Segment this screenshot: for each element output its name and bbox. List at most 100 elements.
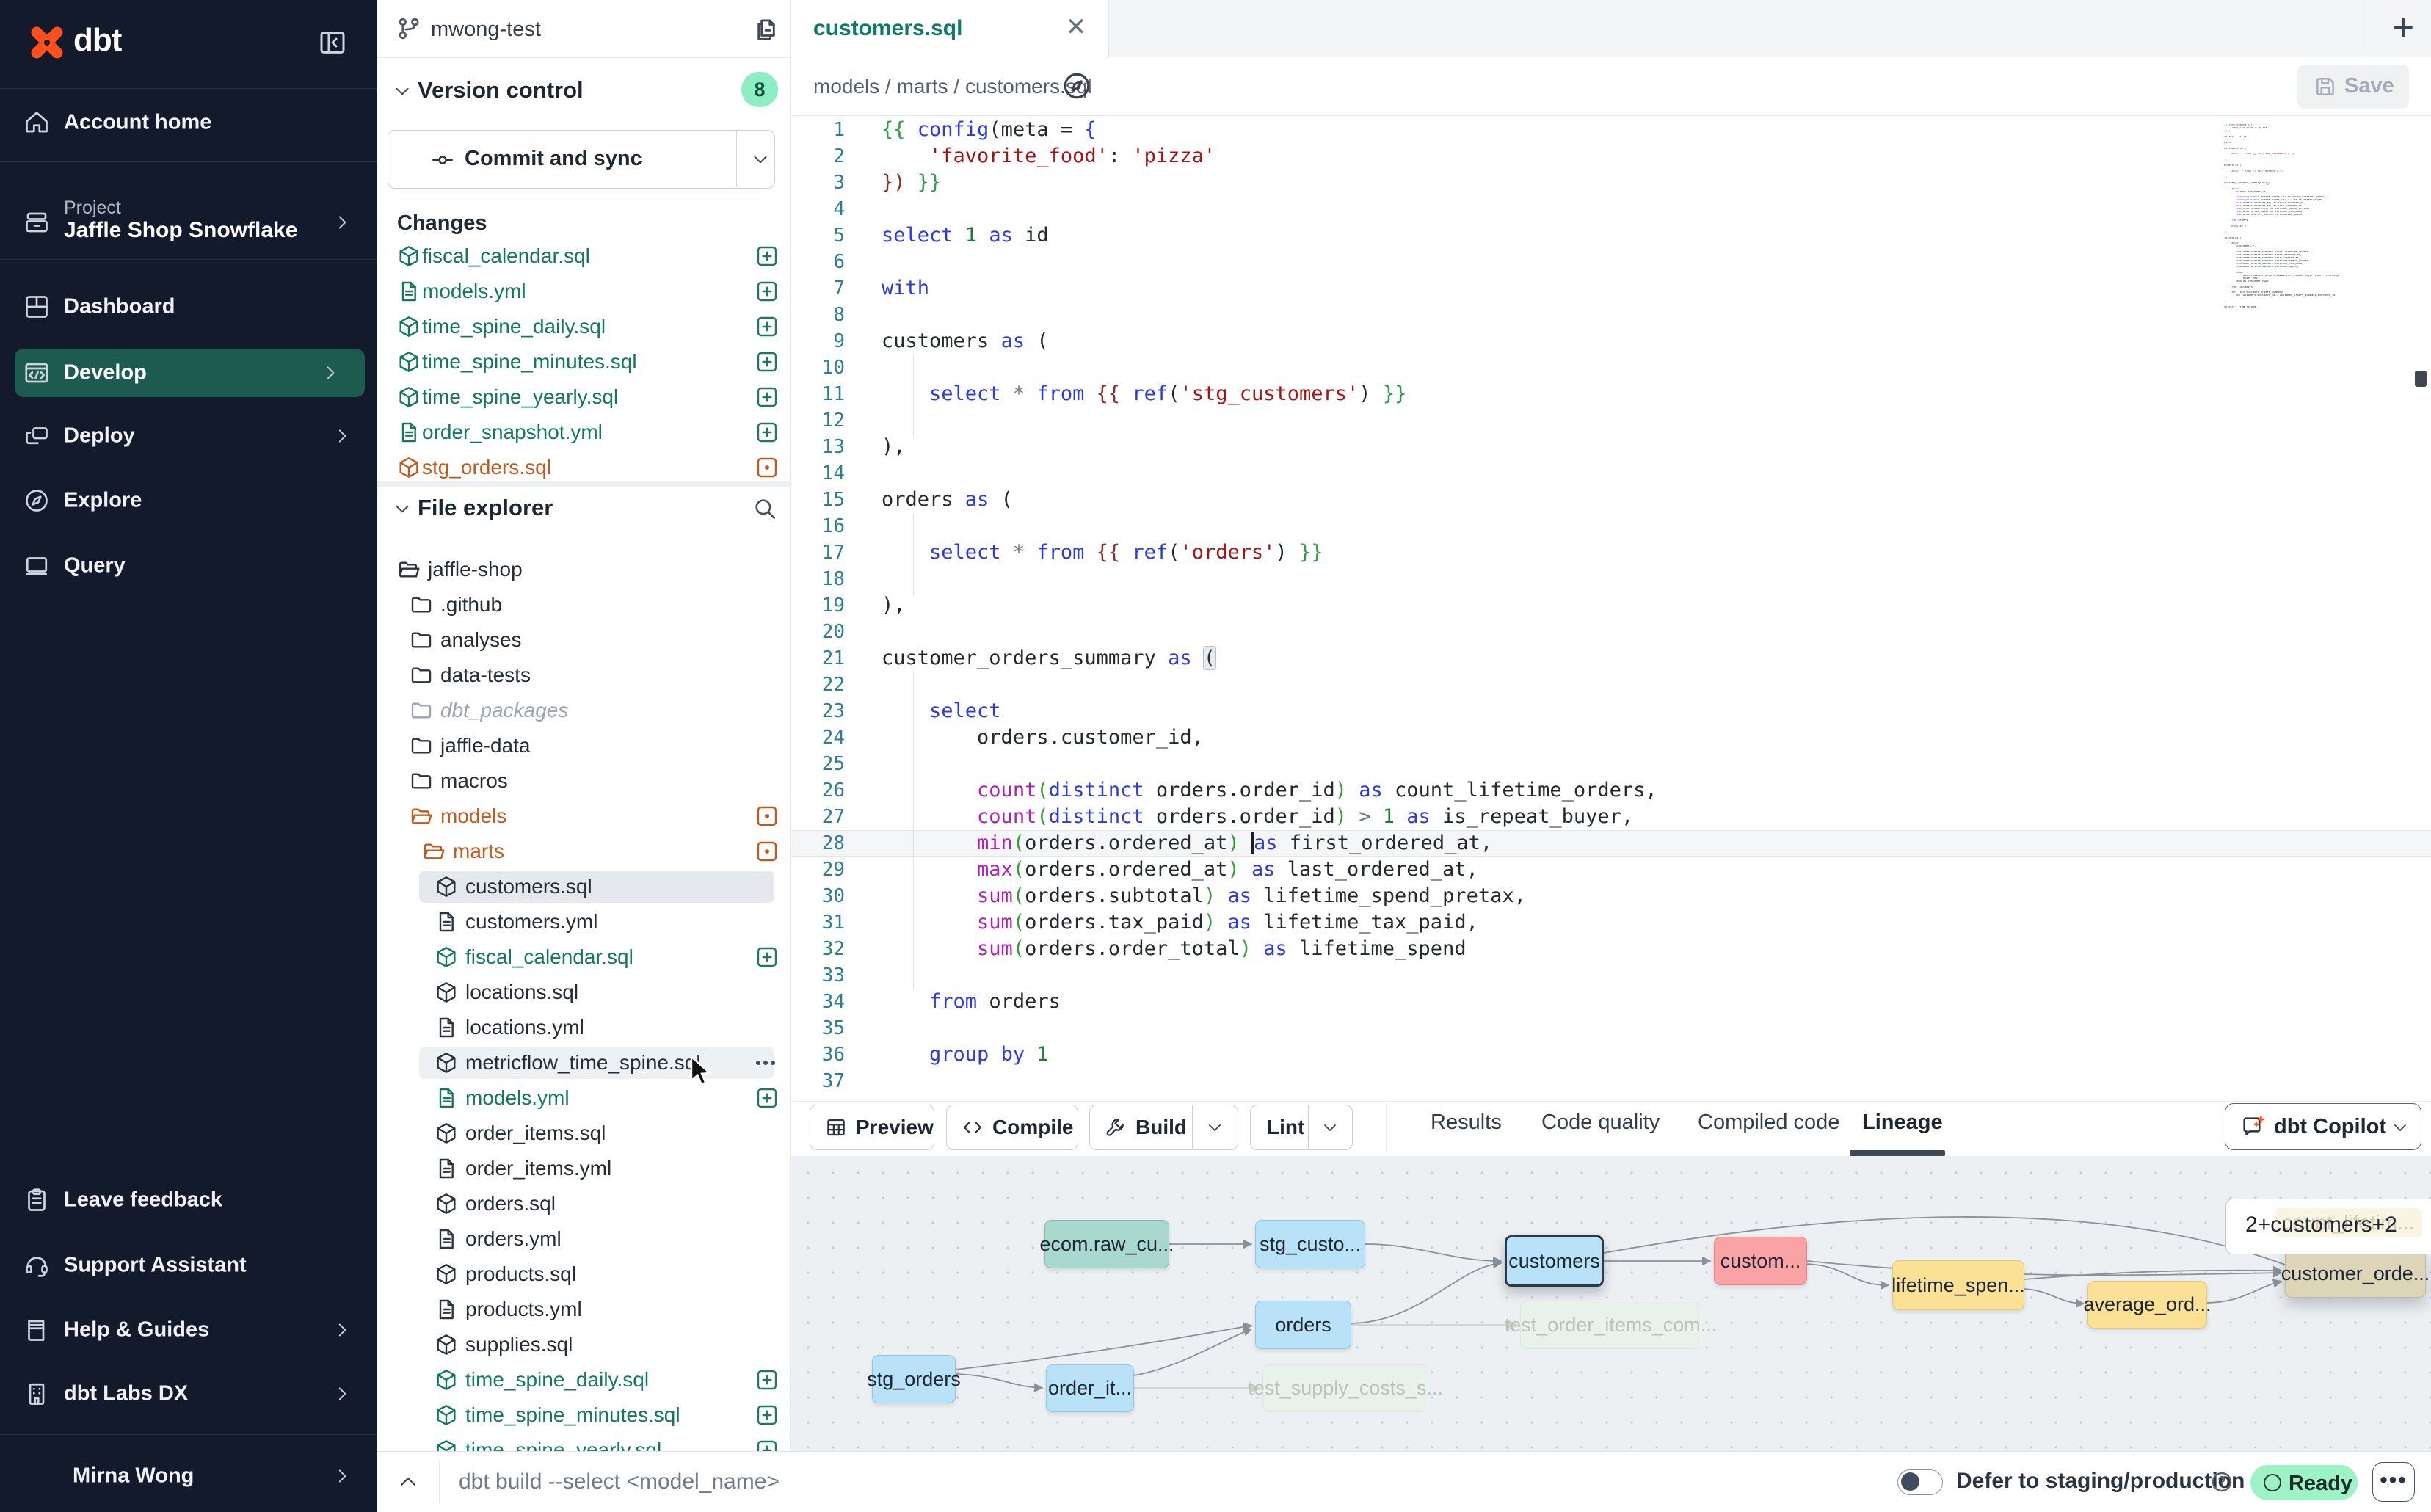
- add-file-icon[interactable]: [755, 315, 779, 338]
- tree-item-fiscal-calendar-sql[interactable]: fiscal_calendar.sql: [377, 939, 791, 975]
- tree-item-customers-sql[interactable]: customers.sql: [377, 869, 791, 904]
- chevron-down-icon[interactable]: [1206, 1119, 1224, 1136]
- tree-item-models[interactable]: models: [377, 799, 791, 834]
- lineage-node-stg_customers[interactable]: stg_custo...: [1255, 1220, 1365, 1268]
- lineage-node-stg_orders[interactable]: stg_orders: [872, 1355, 956, 1403]
- tree-item-jaffle-shop[interactable]: jaffle-shop: [377, 552, 791, 587]
- sidebar-item-project[interactable]: Project Jaffle Shop Snowflake: [0, 187, 377, 258]
- lineage-node-lifetime[interactable]: lifetime_spen...: [1892, 1260, 2024, 1310]
- defer-toggle[interactable]: [1897, 1469, 1943, 1495]
- add-file-icon[interactable]: [755, 1368, 779, 1392]
- code-editor[interactable]: {{ config(meta = { 'favorite_food': 'piz…: [791, 117, 2431, 1101]
- tree-item-customers-yml[interactable]: customers.yml: [377, 904, 791, 939]
- tree-item-macros[interactable]: macros: [377, 763, 791, 799]
- lineage-node-orders[interactable]: orders: [1255, 1301, 1351, 1349]
- tree-item-products-yml[interactable]: products.yml: [377, 1292, 791, 1327]
- change-row[interactable]: time_spine_daily.sql: [377, 309, 791, 344]
- tree-item--github[interactable]: .github: [377, 587, 791, 622]
- tree-item-analyses[interactable]: analyses: [377, 622, 791, 658]
- search-icon[interactable]: [752, 496, 777, 521]
- tree-item-jaffle-data[interactable]: jaffle-data: [377, 728, 791, 763]
- lineage-canvas[interactable]: ecom.raw_cu... stg_custo... customers custo…: [791, 1156, 2431, 1451]
- change-row[interactable]: order_snapshot.yml: [377, 415, 791, 450]
- sidebar-item-develop[interactable]: Develop: [15, 349, 365, 397]
- tree-item-products-sql[interactable]: products.sql: [377, 1257, 791, 1292]
- lineage-node-customers[interactable]: customers: [1505, 1235, 1604, 1287]
- sidebar-item-leave-feedback[interactable]: Leave feedback: [0, 1176, 377, 1224]
- copilot-compass-icon[interactable]: [1061, 70, 1092, 101]
- add-file-icon[interactable]: [755, 1439, 779, 1451]
- change-row[interactable]: fiscal_calendar.sql: [377, 239, 791, 274]
- tree-item-dbt-packages[interactable]: dbt_packages: [377, 693, 791, 728]
- lineage-node-order_items[interactable]: order_it...: [1046, 1364, 1134, 1412]
- build-button[interactable]: Build: [1089, 1105, 1238, 1150]
- sidebar-item-support-assistant[interactable]: Support Assistant: [0, 1241, 377, 1290]
- copy-diff-icon[interactable]: [752, 15, 780, 43]
- sidebar-item-dashboard[interactable]: Dashboard: [0, 283, 377, 331]
- add-file-icon[interactable]: [755, 1086, 779, 1110]
- tab-results[interactable]: Results: [1431, 1111, 1502, 1135]
- version-control-header[interactable]: Version control 8: [377, 73, 791, 109]
- sidebar-user-menu[interactable]: Mirna Wong: [0, 1452, 377, 1500]
- add-file-icon[interactable]: [755, 280, 779, 303]
- sidebar-item-dbt-labs-dx[interactable]: dbt Labs DX: [0, 1370, 377, 1418]
- tree-item-order-items-yml[interactable]: order_items.yml: [377, 1151, 791, 1186]
- save-button[interactable]: Save: [2297, 65, 2409, 109]
- chevron-down-icon[interactable]: [751, 150, 770, 169]
- preview-button[interactable]: Preview: [810, 1105, 934, 1150]
- change-row[interactable]: time_spine_yearly.sql: [377, 379, 791, 415]
- tab-code-quality[interactable]: Code quality: [1541, 1111, 1660, 1135]
- sidebar-item-help-guides[interactable]: Help & Guides: [0, 1306, 377, 1354]
- lineage-node-custom[interactable]: custom...: [1714, 1237, 1807, 1285]
- dot-square-icon[interactable]: [755, 456, 779, 479]
- tab-customers-sql[interactable]: customers.sql ✕: [791, 0, 1109, 57]
- add-file-icon[interactable]: [755, 421, 779, 444]
- row-menu-icon[interactable]: [751, 1051, 780, 1075]
- tree-item-marts[interactable]: marts: [377, 834, 791, 869]
- lineage-node-test_supply[interactable]: test_supply_costs_s...: [1262, 1364, 1428, 1412]
- add-file-icon[interactable]: [755, 945, 779, 969]
- change-row[interactable]: time_spine_minutes.sql: [377, 344, 791, 379]
- command-input[interactable]: dbt build --select <model_name>: [459, 1469, 780, 1494]
- tree-item-locations-sql[interactable]: locations.sql: [377, 975, 791, 1010]
- tree-item-order-items-sql[interactable]: order_items.sql: [377, 1116, 791, 1151]
- chevron-up-icon[interactable]: [397, 1471, 419, 1493]
- add-file-icon[interactable]: [755, 350, 779, 374]
- tree-item-data-tests[interactable]: data-tests: [377, 658, 791, 693]
- tree-item-metricflow-time-spine-sql[interactable]: metricflow_time_spine.sql: [377, 1045, 791, 1080]
- lineage-node-average[interactable]: average_ord...: [2087, 1281, 2207, 1329]
- tree-item-locations-yml[interactable]: locations.yml: [377, 1010, 791, 1045]
- add-file-icon[interactable]: [755, 244, 779, 268]
- lineage-node-test_order_items[interactable]: test_order_items_com...: [1520, 1301, 1701, 1349]
- sidebar-item-account-home[interactable]: Account home: [0, 98, 377, 147]
- compile-button[interactable]: Compile: [946, 1105, 1078, 1150]
- more-options-button[interactable]: •••: [2372, 1462, 2415, 1502]
- sidebar-item-deploy[interactable]: Deploy: [0, 412, 377, 460]
- tree-item-time-spine-yearly-sql[interactable]: time_spine_yearly.sql: [377, 1433, 791, 1451]
- tree-item-models-yml[interactable]: models.yml: [377, 1080, 791, 1116]
- new-tab-button[interactable]: +: [2383, 6, 2424, 50]
- commit-and-sync-button[interactable]: Commit and sync: [388, 130, 775, 189]
- tree-item-orders-yml[interactable]: orders.yml: [377, 1221, 791, 1257]
- sidebar-collapse-icon[interactable]: [318, 28, 347, 57]
- tree-item-supplies-sql[interactable]: supplies.sql: [377, 1327, 791, 1362]
- lineage-node-ecom[interactable]: ecom.raw_cu...: [1044, 1220, 1169, 1268]
- file-explorer-header[interactable]: File explorer: [377, 490, 791, 527]
- chevron-down-icon[interactable]: [1321, 1119, 1339, 1136]
- sidebar-item-explore[interactable]: Explore: [0, 476, 377, 525]
- status-badge[interactable]: Ready: [2250, 1465, 2358, 1500]
- lineage-search-input[interactable]: count_lifetim... 2+customers+2: [2225, 1199, 2431, 1254]
- add-file-icon[interactable]: [755, 1403, 779, 1427]
- lint-button[interactable]: Lint: [1250, 1105, 1353, 1150]
- lineage-node-customer_orde[interactable]: customer_orde...: [2285, 1249, 2426, 1298]
- tree-item-time-spine-daily-sql[interactable]: time_spine_daily.sql: [377, 1362, 791, 1397]
- help-circle-icon[interactable]: [2210, 1470, 2234, 1494]
- change-row[interactable]: models.yml: [377, 274, 791, 309]
- tree-item-orders-sql[interactable]: orders.sql: [377, 1186, 791, 1221]
- tab-compiled-code[interactable]: Compiled code: [1698, 1111, 1839, 1135]
- add-file-icon[interactable]: [755, 385, 779, 409]
- tree-item-time-spine-minutes-sql[interactable]: time_spine_minutes.sql: [377, 1397, 791, 1433]
- sidebar-item-query[interactable]: Query: [0, 542, 377, 590]
- close-icon[interactable]: ✕: [1064, 16, 1088, 40]
- change-row[interactable]: stg_orders.sql: [377, 450, 791, 481]
